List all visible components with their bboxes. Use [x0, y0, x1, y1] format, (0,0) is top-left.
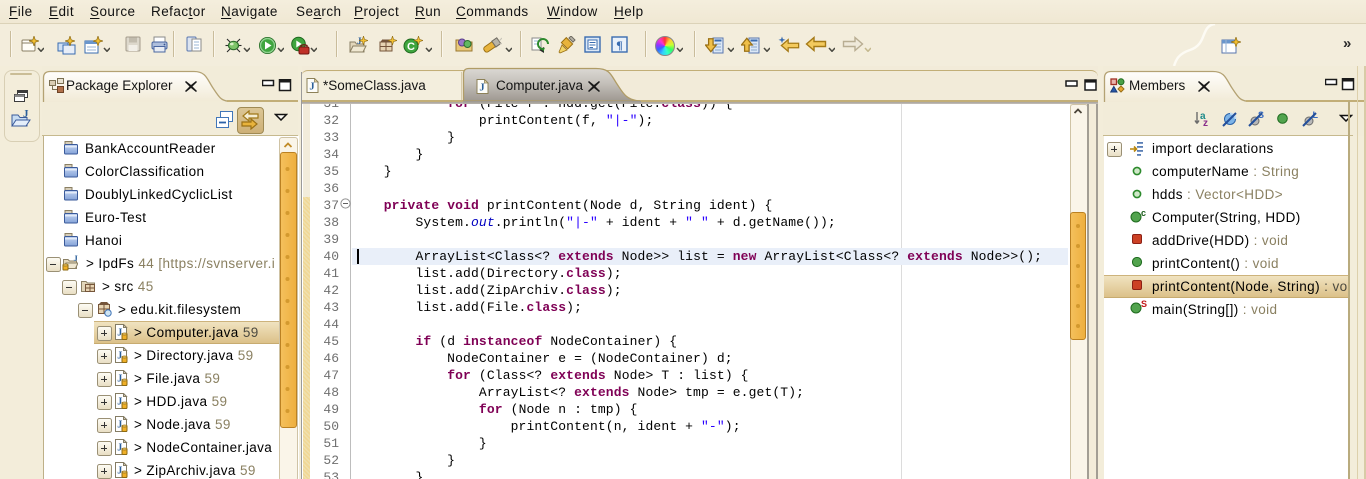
svg-text:z: z: [1203, 118, 1208, 128]
svg-text:C: C: [407, 41, 415, 53]
svg-text:c: c: [1141, 209, 1146, 218]
svg-text:¶: ¶: [616, 38, 622, 52]
svg-text:S: S: [1141, 300, 1147, 309]
svg-text:J: J: [23, 108, 29, 120]
